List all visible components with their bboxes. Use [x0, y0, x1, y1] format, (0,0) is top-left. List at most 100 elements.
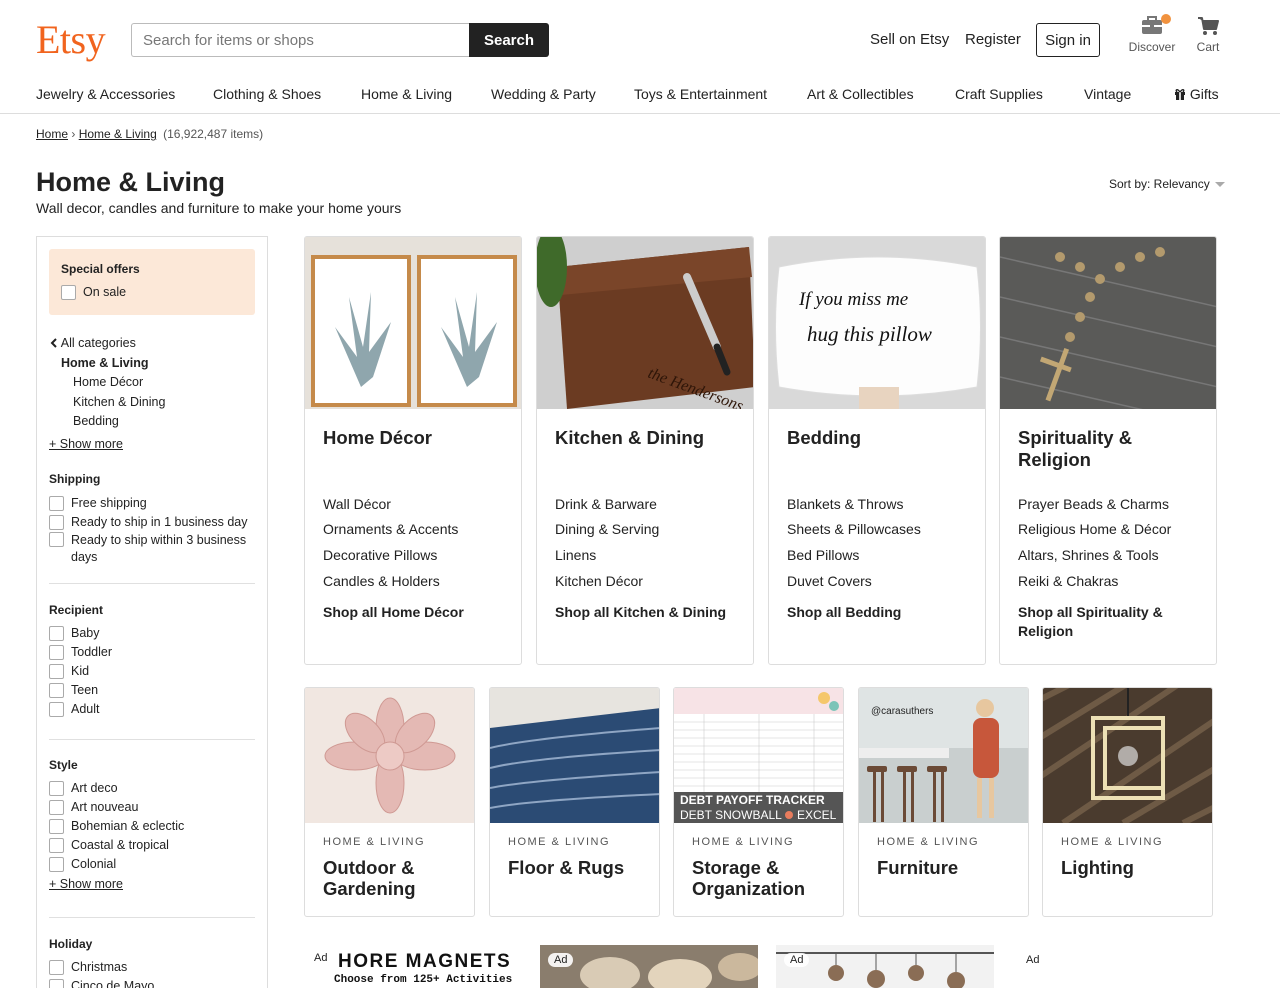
checkbox[interactable] [49, 800, 64, 815]
on-sale-checkbox[interactable] [61, 285, 76, 300]
card-link[interactable]: Candles & Holders [323, 573, 440, 589]
recipient-toddler[interactable]: Toddler [49, 645, 255, 660]
checkbox[interactable] [49, 819, 64, 834]
category-home-decor[interactable]: Home Décor [49, 375, 255, 395]
categories-show-more[interactable]: + Show more [49, 437, 255, 451]
checkbox[interactable] [49, 781, 64, 796]
shop-all-link[interactable]: Shop all Bedding [787, 603, 967, 622]
category-card-home-decor[interactable]: Home Décor Wall Décor Ornaments & Accent… [304, 236, 522, 665]
card-link[interactable]: Sheets & Pillowcases [787, 521, 921, 537]
card-link[interactable]: Linens [555, 547, 596, 563]
nav-vintage[interactable]: Vintage [1084, 86, 1131, 102]
ad-listing[interactable]: Ad [776, 945, 994, 988]
card-link[interactable]: Duvet Covers [787, 573, 872, 589]
ad-listing[interactable]: Ad [1012, 945, 1230, 988]
card-eyebrow: HOME & LIVING [692, 836, 795, 848]
subcategory-card-lighting[interactable]: HOME & LIVING Lighting [1042, 687, 1213, 917]
style-bohemian[interactable]: Bohemian & eclectic [49, 819, 255, 834]
recipient-teen[interactable]: Teen [49, 683, 255, 698]
on-sale-filter[interactable]: On sale [61, 285, 243, 300]
subcategory-card-storage[interactable]: DEBT PAYOFF TRACKER DEBT SNOWBALL EXCEL … [673, 687, 844, 917]
category-kitchen-dining[interactable]: Kitchen & Dining [49, 395, 255, 415]
checkbox[interactable] [49, 857, 64, 872]
card-link[interactable]: Altars, Shrines & Tools [1018, 547, 1159, 563]
breadcrumb-home-living[interactable]: Home & Living [79, 127, 157, 141]
recipient-label: Adult [71, 702, 100, 716]
card-link[interactable]: Reiki & Chakras [1018, 573, 1118, 589]
ship-3-days-checkbox[interactable] [49, 532, 64, 547]
card-link[interactable]: Drink & Barware [555, 496, 657, 512]
nav-jewelry[interactable]: Jewelry & Accessories [36, 86, 175, 102]
checkbox[interactable] [49, 626, 64, 641]
sort-label: Sort by: Relevancy [1109, 177, 1210, 191]
style-art-nouveau[interactable]: Art nouveau [49, 800, 255, 815]
checkbox[interactable] [49, 960, 64, 975]
subcategory-card-outdoor[interactable]: HOME & LIVING Outdoor & Gardening [304, 687, 475, 917]
style-coastal[interactable]: Coastal & tropical [49, 838, 255, 853]
etsy-logo[interactable]: Etsy [36, 16, 106, 63]
free-shipping-filter[interactable]: Free shipping [49, 496, 255, 511]
ship-1-day-filter[interactable]: Ready to ship in 1 business day [49, 515, 255, 530]
category-card-kitchen-dining[interactable]: the Hendersons Kitchen & Dining Drink & … [536, 236, 754, 665]
special-offers-heading: Special offers [61, 262, 140, 276]
card-link[interactable]: Bed Pillows [787, 547, 859, 563]
checkbox[interactable] [49, 645, 64, 660]
nav-home-living[interactable]: Home & Living [361, 86, 452, 102]
style-show-more[interactable]: + Show more [49, 877, 255, 891]
free-shipping-checkbox[interactable] [49, 496, 64, 511]
category-card-spirituality[interactable]: Spirituality & Religion Prayer Beads & C… [999, 236, 1217, 665]
ad-listing[interactable]: HORE MAGNETS Choose from 125+ Activities… [304, 945, 522, 988]
category-card-bedding[interactable]: If you miss me hug this pillow Bedding B… [768, 236, 986, 665]
ad-listing[interactable]: Ad [540, 945, 758, 988]
nav-wedding[interactable]: Wedding & Party [491, 86, 596, 102]
category-bedding[interactable]: Bedding [49, 414, 255, 434]
register-link[interactable]: Register [965, 31, 1021, 48]
shop-all-link[interactable]: Shop all Kitchen & Dining [555, 603, 735, 622]
holiday-cinco-de-mayo[interactable]: Cinco de Mayo [49, 979, 255, 988]
ship-3-days-filter[interactable]: Ready to ship within 3 business days [49, 532, 255, 566]
card-link[interactable]: Ornaments & Accents [323, 521, 458, 537]
card-link[interactable]: Decorative Pillows [323, 547, 437, 563]
shop-all-link[interactable]: Shop all Home Décor [323, 603, 503, 622]
shop-all-link[interactable]: Shop all Spirituality & Religion [1018, 603, 1198, 641]
sign-in-button[interactable]: Sign in [1036, 23, 1100, 57]
recipient-kid[interactable]: Kid [49, 664, 255, 679]
ship-1-day-checkbox[interactable] [49, 515, 64, 530]
all-categories-link[interactable]: All categories [49, 336, 255, 356]
checkbox[interactable] [49, 664, 64, 679]
card-link[interactable]: Wall Décor [323, 496, 391, 512]
style-label: Coastal & tropical [71, 838, 169, 852]
checkbox[interactable] [49, 838, 64, 853]
card-link[interactable]: Religious Home & Décor [1018, 521, 1171, 537]
search-button[interactable]: Search [469, 23, 549, 57]
category-current[interactable]: Home & Living [49, 356, 255, 376]
breadcrumb-home[interactable]: Home [36, 127, 68, 141]
cart-button[interactable]: Cart [1190, 16, 1226, 54]
card-link[interactable]: Blankets & Throws [787, 496, 903, 512]
checkbox[interactable] [49, 702, 64, 717]
search-input[interactable] [131, 23, 469, 57]
nav-toys[interactable]: Toys & Entertainment [634, 86, 767, 102]
style-art-deco[interactable]: Art deco [49, 781, 255, 796]
recipient-adult[interactable]: Adult [49, 702, 255, 717]
subcategory-card-floor-rugs[interactable]: HOME & LIVING Floor & Rugs [489, 687, 660, 917]
checkbox[interactable] [49, 979, 64, 988]
card-link[interactable]: Prayer Beads & Charms [1018, 496, 1169, 512]
card-link[interactable]: Dining & Serving [555, 521, 659, 537]
card-link[interactable]: Kitchen Décor [555, 573, 643, 589]
nav-gifts-label: Gifts [1189, 86, 1219, 102]
recipient-label: Teen [71, 683, 99, 697]
nav-clothing[interactable]: Clothing & Shoes [213, 86, 321, 102]
style-colonial[interactable]: Colonial [49, 857, 255, 872]
nav-gifts[interactable]: Gifts [1174, 86, 1219, 102]
checkbox[interactable] [49, 683, 64, 698]
recipient-baby[interactable]: Baby [49, 626, 255, 641]
nav-craft[interactable]: Craft Supplies [955, 86, 1043, 102]
subcategory-card-furniture[interactable]: @carasuthers HOME & LIVING Furniture [858, 687, 1029, 917]
nav-art[interactable]: Art & Collectibles [807, 86, 914, 102]
sell-on-etsy-link[interactable]: Sell on Etsy [870, 31, 949, 48]
divider [49, 917, 255, 918]
holiday-christmas[interactable]: Christmas [49, 960, 255, 975]
sort-dropdown[interactable]: Sort by: Relevancy [1109, 177, 1225, 191]
card-title: Home Décor [323, 427, 432, 448]
